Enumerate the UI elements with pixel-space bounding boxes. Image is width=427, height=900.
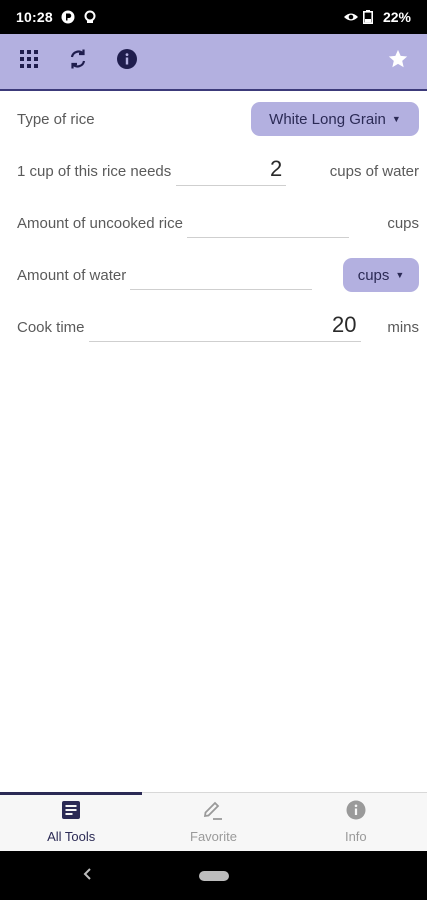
nav-favorite[interactable]: Favorite bbox=[142, 793, 284, 851]
cook-time-row: Cook time 20 mins bbox=[17, 301, 419, 353]
water-row: Amount of water cups ▼ bbox=[17, 249, 419, 301]
nav-favorite-label: Favorite bbox=[190, 829, 237, 844]
battery-icon bbox=[362, 10, 377, 24]
cook-time-value: 20 bbox=[332, 312, 357, 337]
caret-down-icon: ▼ bbox=[395, 270, 405, 280]
bottom-nav: All Tools Favorite Info bbox=[0, 792, 427, 851]
rice-type-label: Type of rice bbox=[17, 110, 95, 128]
app-toolbar bbox=[0, 34, 427, 91]
nav-info[interactable]: Info bbox=[285, 793, 427, 851]
home-button[interactable] bbox=[199, 871, 229, 881]
uncooked-rice-unit: cups bbox=[387, 214, 419, 232]
list-doc-icon bbox=[61, 800, 81, 825]
info-button[interactable] bbox=[110, 45, 144, 79]
rice-type-dropdown[interactable]: White Long Grain ▼ bbox=[251, 102, 419, 136]
caret-down-icon: ▼ bbox=[391, 114, 401, 124]
cook-time-unit: mins bbox=[387, 318, 419, 336]
rice-type-row: Type of rice White Long Grain ▼ bbox=[17, 93, 419, 145]
battery-percent: 22% bbox=[382, 9, 411, 25]
uncooked-rice-input[interactable] bbox=[186, 208, 349, 238]
notification-icon bbox=[83, 10, 97, 24]
water-input[interactable] bbox=[130, 260, 313, 290]
status-bar: 10:28 22% bbox=[0, 0, 427, 34]
nav-all-tools-label: All Tools bbox=[47, 829, 96, 844]
grid-menu-button[interactable] bbox=[12, 45, 46, 79]
cook-time-label: Cook time bbox=[17, 318, 85, 336]
info-icon bbox=[346, 800, 366, 825]
status-time: 10:28 bbox=[16, 9, 53, 25]
info-icon bbox=[116, 48, 138, 75]
rice-calculator-form: Type of rice White Long Grain ▼ 1 cup of… bbox=[0, 93, 427, 353]
ratio-input[interactable]: 2 bbox=[176, 156, 287, 186]
ratio-unit: cups of water bbox=[329, 162, 419, 180]
chevron-left-icon bbox=[83, 867, 93, 886]
refresh-icon bbox=[68, 48, 88, 75]
water-unit-selected: cups bbox=[357, 266, 390, 284]
grid-menu-icon bbox=[20, 50, 38, 73]
ratio-row: 1 cup of this rice needs 2 cups of water bbox=[17, 145, 419, 197]
system-nav-bar bbox=[0, 851, 427, 900]
p-badge-icon bbox=[61, 10, 75, 24]
uncooked-rice-label: Amount of uncooked rice bbox=[17, 214, 183, 232]
ratio-value: 2 bbox=[270, 156, 283, 181]
star-icon bbox=[387, 48, 409, 75]
back-button[interactable] bbox=[76, 864, 100, 888]
nav-all-tools[interactable]: All Tools bbox=[0, 792, 143, 851]
status-right: 22% bbox=[343, 9, 411, 25]
rice-type-selected: White Long Grain bbox=[269, 110, 386, 128]
pencil-icon bbox=[202, 800, 224, 825]
nav-info-label: Info bbox=[344, 829, 367, 844]
cook-time-input[interactable]: 20 bbox=[88, 312, 361, 342]
ratio-label: 1 cup of this rice needs bbox=[17, 162, 172, 180]
status-left: 10:28 bbox=[16, 9, 97, 25]
favorite-star-button[interactable] bbox=[381, 45, 415, 79]
water-unit-dropdown[interactable]: cups ▼ bbox=[343, 258, 419, 292]
eye-icon bbox=[343, 10, 358, 24]
water-label: Amount of water bbox=[17, 266, 127, 284]
refresh-button[interactable] bbox=[61, 45, 95, 79]
uncooked-rice-row: Amount of uncooked rice cups bbox=[17, 197, 419, 249]
